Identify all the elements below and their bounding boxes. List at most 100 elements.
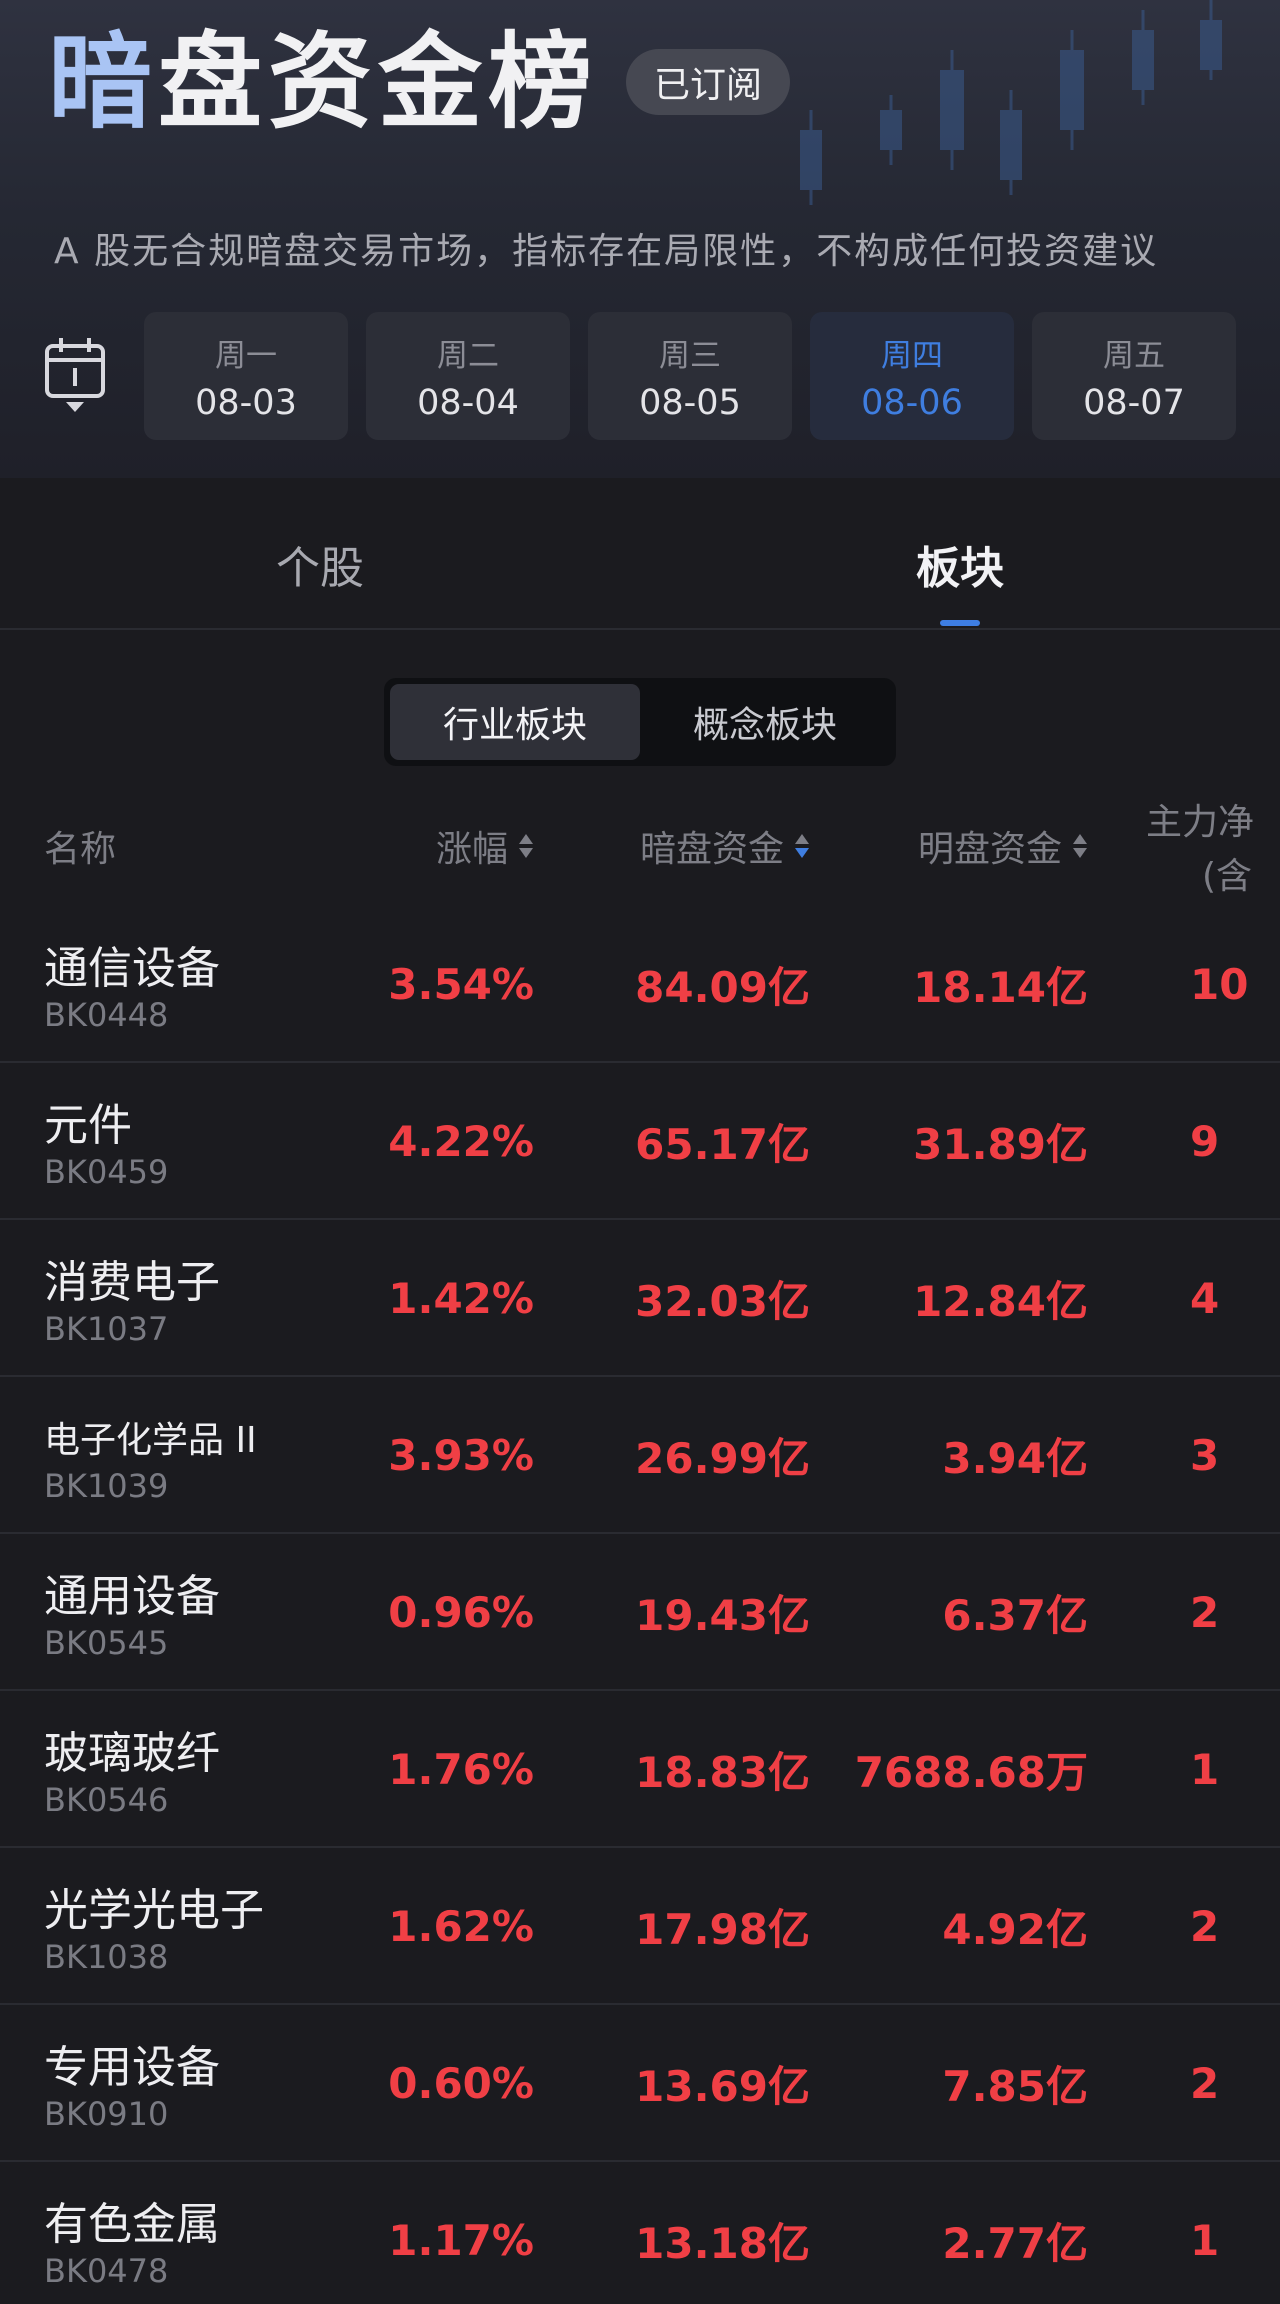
open-fund-value: 18.14亿 [913,963,1088,1012]
sector-type-switch: 行业板块 概念板块 [384,678,896,766]
sector-name: 有色金属 [44,2199,220,2250]
page: 暗盘资金榜 已订阅 A 股无合规暗盘交易市场，指标存在局限性，不构成任何投资建议… [0,0,1280,2304]
page-title-first-char: 暗 [48,20,159,143]
sector-code: BK0478 [44,2252,169,2290]
table-row[interactable]: 元件 BK0459 4.22% 65.17亿 31.89亿 9 [0,1063,1280,1220]
change-value: 1.76% [388,1745,534,1794]
calendar-icon[interactable] [44,336,106,414]
change-value: 0.60% [388,2059,534,2108]
main-fund-value: 3 [1190,1431,1220,1480]
change-value: 4.22% [388,1117,534,1166]
open-fund-value: 6.37亿 [942,1591,1088,1640]
day-weekday: 周二 [437,338,499,374]
column-header-change-label: 涨幅 [435,829,508,870]
main-fund-value: 2 [1190,1588,1220,1637]
open-fund-value: 7.85亿 [942,2062,1088,2111]
sector-name: 光学光电子 [44,1885,264,1936]
sector-code: BK0546 [44,1781,169,1819]
day-weekday: 周四 [881,338,943,374]
dark-fund-value: 26.99亿 [635,1434,810,1483]
subscribed-badge[interactable]: 已订阅 [626,49,791,115]
sector-name: 电子化学品 II [44,1420,257,1461]
column-header-name: 名称 [44,820,116,872]
change-value: 3.54% [388,960,534,1009]
change-value: 1.42% [388,1274,534,1323]
day-button[interactable]: 周五 08-07 [1032,312,1236,440]
sector-name: 消费电子 [44,1257,220,1308]
change-value: 1.62% [388,1902,534,1951]
open-fund-value: 4.92亿 [942,1905,1088,1954]
change-value: 0.96% [388,1588,534,1637]
dark-fund-value: 18.83亿 [635,1748,810,1797]
dark-fund-value: 19.43亿 [635,1591,810,1640]
table-row[interactable]: 有色金属 BK0478 1.17% 13.18亿 2.77亿 1 [0,2162,1280,2304]
sector-name: 玻璃玻纤 [44,1728,220,1779]
table-row[interactable]: 玻璃玻纤 BK0546 1.76% 18.83亿 7688.68万 1 [0,1691,1280,1848]
column-header-main-fund[interactable]: 主力净 (含 [1146,796,1280,904]
main-fund-value: 4 [1190,1274,1220,1323]
tab-sector[interactable]: 板块 [800,500,1120,628]
page-title-rest: 盘资金榜 [158,20,599,143]
sector-name: 通用设备 [44,1571,220,1622]
sector-code: BK0545 [44,1624,169,1662]
main-fund-value: 1 [1190,2216,1220,2265]
open-fund-value: 3.94亿 [942,1434,1088,1483]
open-fund-value: 7688.68万 [854,1748,1088,1797]
dark-fund-value: 84.09亿 [635,963,810,1012]
sector-code: BK1039 [44,1467,169,1505]
day-button[interactable]: 周一 08-03 [144,312,348,440]
dark-fund-value: 13.18亿 [635,2219,810,2268]
main-fund-value: 9 [1190,1117,1220,1166]
tab-bar: 个股 板块 [0,500,1280,630]
active-tab-indicator [940,620,980,626]
table-row[interactable]: 电子化学品 II BK1039 3.93% 26.99亿 3.94亿 3 [0,1377,1280,1534]
sector-code: BK1038 [44,1938,169,1976]
column-header-dark-fund[interactable]: 暗盘资金 [640,820,810,872]
column-header-change[interactable]: 涨幅 [436,820,534,872]
change-value: 1.17% [388,2216,534,2265]
day-weekday: 周五 [1103,338,1165,374]
day-date: 08-03 [195,383,297,423]
sector-code: BK0448 [44,996,169,1034]
sector-name: 元件 [44,1100,132,1151]
disclaimer-text: A 股无合规暗盘交易市场，指标存在局限性，不构成任何投资建议 [54,231,1159,272]
sort-icon [518,832,534,860]
column-header-main-fund-line1: 主力净 [1146,802,1255,843]
day-date: 08-05 [639,383,741,423]
tab-stock[interactable]: 个股 [160,500,480,628]
open-fund-value: 31.89亿 [913,1120,1088,1169]
sector-code: BK1037 [44,1310,169,1348]
day-button[interactable]: 周三 08-05 [588,312,792,440]
column-header-main-fund-line2: (含 [1202,856,1253,897]
sector-name: 专用设备 [44,2042,220,2093]
sector-code: BK0910 [44,2095,169,2133]
header: 暗盘资金榜 已订阅 A 股无合规暗盘交易市场，指标存在局限性，不构成任何投资建议… [0,0,1280,478]
dark-fund-value: 32.03亿 [635,1277,810,1326]
column-header-name-label: 名称 [44,829,117,870]
day-button[interactable]: 周四 08-06 [810,312,1014,440]
table-row[interactable]: 专用设备 BK0910 0.60% 13.69亿 7.85亿 2 [0,2005,1280,2162]
table-row[interactable]: 光学光电子 BK1038 1.62% 17.98亿 4.92亿 2 [0,1848,1280,2005]
column-header-open-fund[interactable]: 明盘资金 [918,820,1088,872]
dark-fund-value: 17.98亿 [635,1905,810,1954]
table-row[interactable]: 消费电子 BK1037 1.42% 32.03亿 12.84亿 4 [0,1220,1280,1377]
day-weekday: 周三 [659,338,721,374]
table-row[interactable]: 通信设备 BK0448 3.54% 84.09亿 18.14亿 10 [0,906,1280,1063]
segment-industry[interactable]: 行业板块 [390,684,640,760]
day-weekday: 周一 [215,338,277,374]
sector-code: BK0459 [44,1153,169,1191]
candlestick-background [800,0,1222,205]
main-fund-value: 2 [1190,2059,1220,2108]
day-date: 08-07 [1083,383,1185,423]
sort-desc-icon [794,832,810,860]
sort-icon [1072,832,1088,860]
table-row[interactable]: 通用设备 BK0545 0.96% 19.43亿 6.37亿 2 [0,1534,1280,1691]
segment-concept[interactable]: 概念板块 [640,684,890,760]
page-title: 暗盘资金榜 [48,30,598,134]
main-fund-value: 2 [1190,1902,1220,1951]
main-fund-value: 1 [1190,1745,1220,1794]
dark-fund-value: 13.69亿 [635,2062,810,2111]
day-button[interactable]: 周二 08-04 [366,312,570,440]
sector-name: 通信设备 [44,943,220,994]
open-fund-value: 2.77亿 [942,2219,1088,2268]
